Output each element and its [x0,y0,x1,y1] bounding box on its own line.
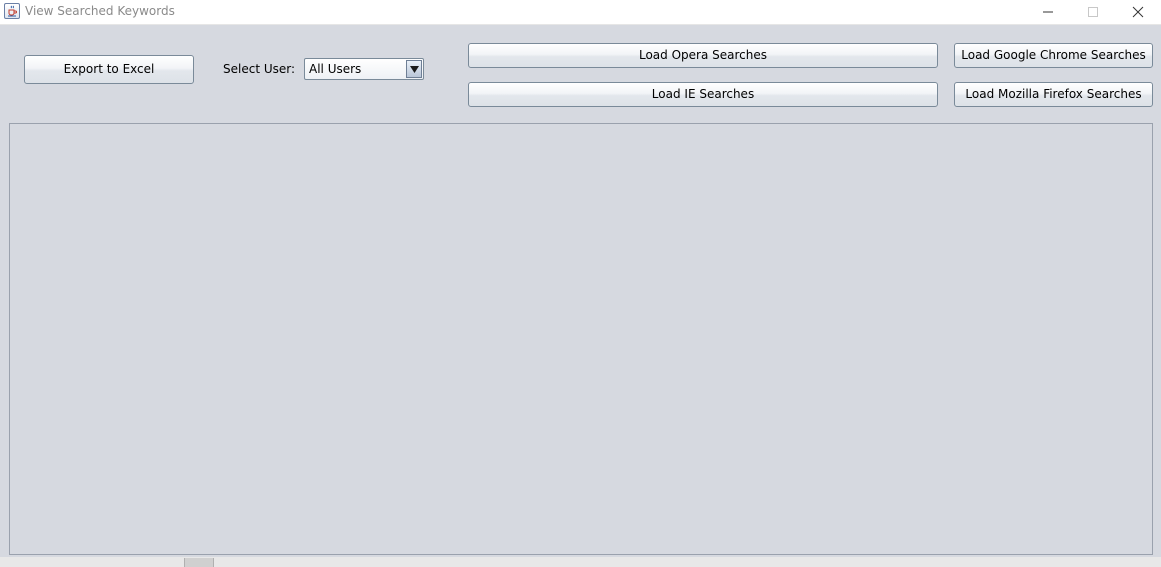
window-title: View Searched Keywords [25,4,175,18]
app-window: View Searched Keywords Export to Excel S… [0,0,1161,567]
load-chrome-searches-button[interactable]: Load Google Chrome Searches [954,43,1153,68]
load-opera-searches-button[interactable]: Load Opera Searches [468,43,938,68]
maximize-icon [1088,7,1098,17]
user-select[interactable]: All Users [304,58,424,80]
java-cup-icon [4,3,20,19]
minimize-button[interactable] [1025,0,1070,24]
load-firefox-searches-button[interactable]: Load Mozilla Firefox Searches [954,82,1153,107]
dropdown-arrow-button[interactable] [406,60,422,78]
select-user-label: Select User: [223,62,296,76]
minimize-icon [1043,11,1053,13]
chevron-down-icon [410,66,419,73]
underlying-window-edge [0,557,1161,567]
close-icon [1132,6,1144,18]
underlying-window-fragment [184,558,214,567]
user-select-value: All Users [309,62,362,76]
close-button[interactable] [1115,0,1160,24]
load-ie-searches-button[interactable]: Load IE Searches [468,82,938,107]
title-bar[interactable]: View Searched Keywords [0,0,1161,25]
results-panel[interactable] [9,123,1153,555]
export-to-excel-button[interactable]: Export to Excel [24,55,194,84]
maximize-button[interactable] [1070,0,1115,24]
